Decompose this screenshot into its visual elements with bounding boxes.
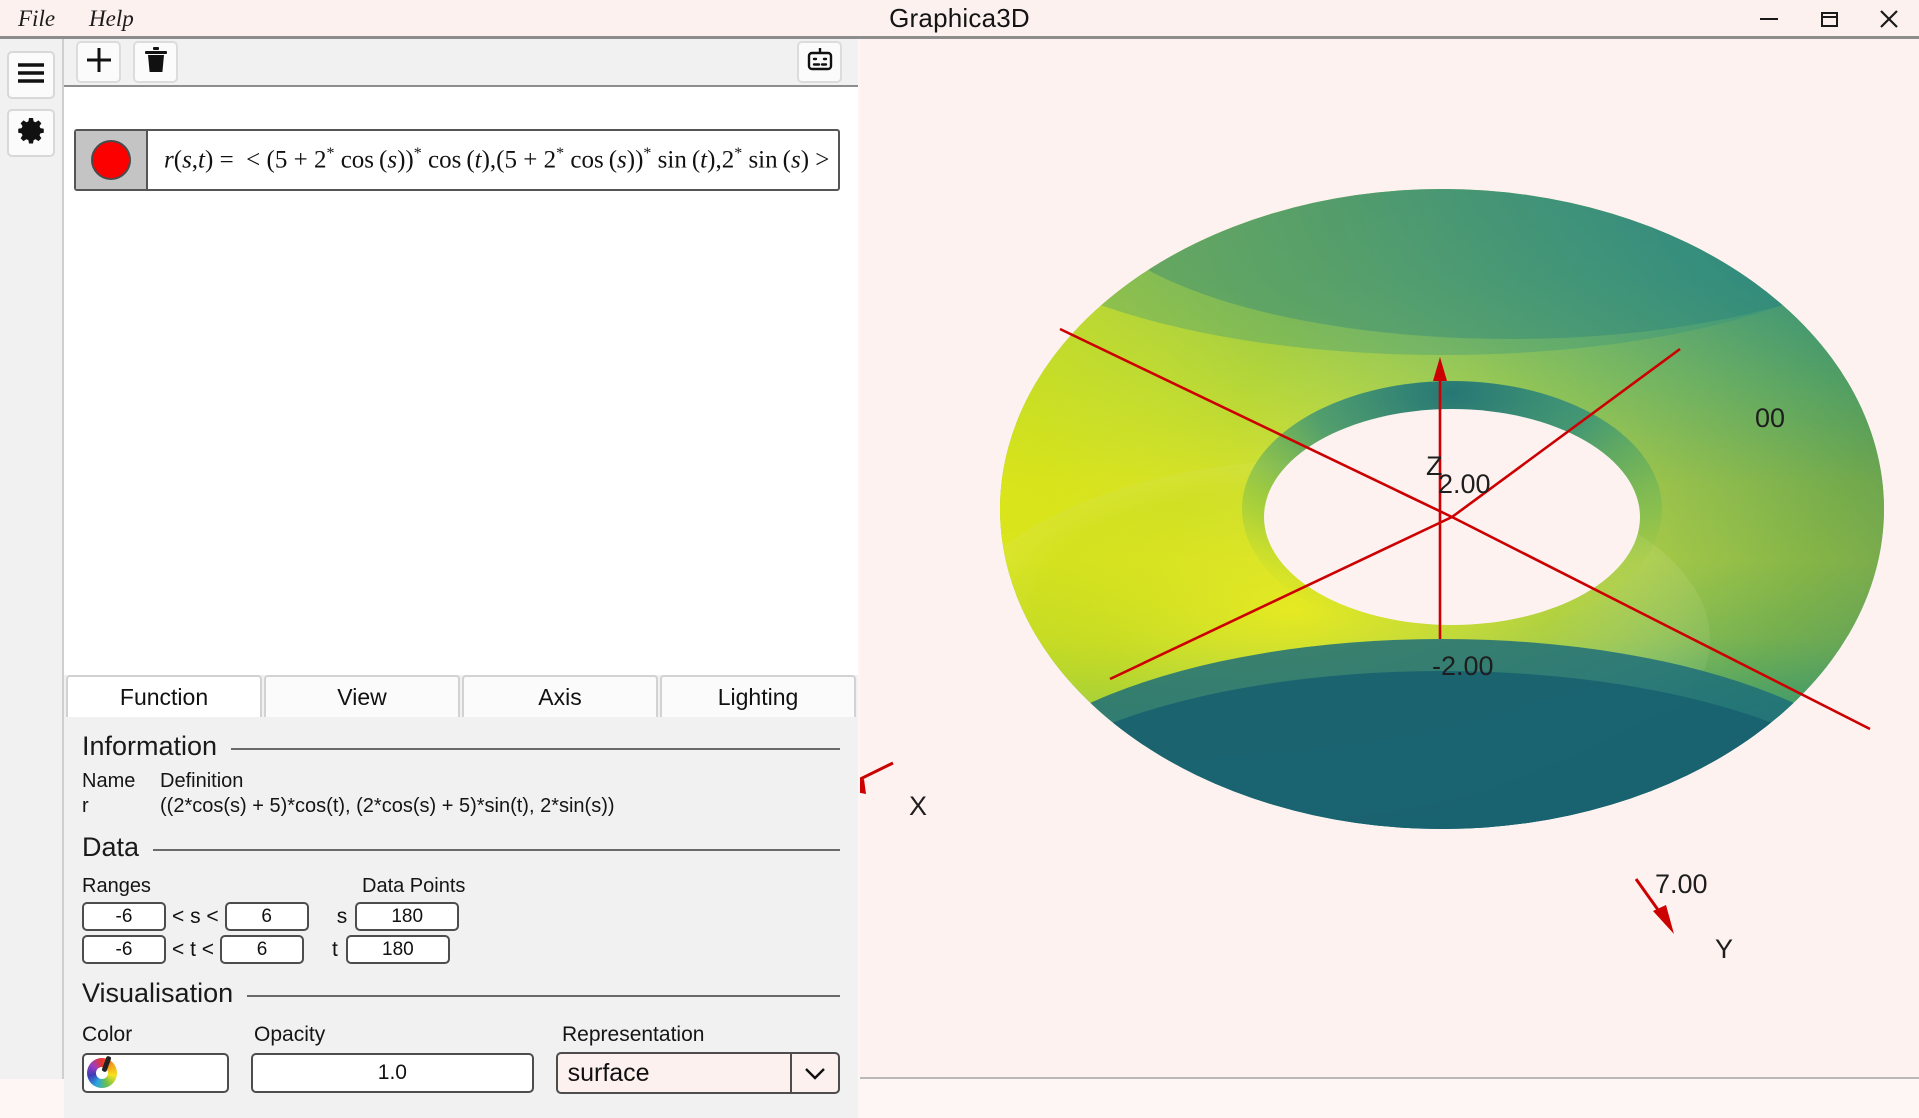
opacity-label: Opacity (254, 1023, 326, 1046)
visualisation-divider (247, 994, 840, 997)
x-axis-arrow (860, 761, 894, 794)
cell-function-name: r (82, 795, 89, 817)
menu-file[interactable]: File (18, 6, 55, 32)
visualisation-controls: 1.0 surface (82, 1052, 840, 1094)
s-points-input[interactable]: 180 (355, 902, 460, 931)
table-row: r ((2*cos(s) + 5)*cos(t), (2*cos(s) + 5)… (82, 795, 840, 818)
function-expression-input[interactable]: r(s,t) = < (5 + 2* cos (s))* cos (t),(5 … (148, 131, 838, 189)
maximize-button[interactable] (1799, 0, 1859, 37)
page-title: Graphica3D (889, 3, 1030, 33)
data-title: Data (82, 832, 140, 862)
left-panel: r(s,t) = < (5 + 2* cos (s))* cos (t),(5 … (64, 39, 858, 1118)
close-button[interactable] (1859, 0, 1919, 37)
information-header-row: Name Definition (82, 770, 840, 793)
visualisation-section-header: Visualisation (82, 978, 840, 1009)
s-min-input[interactable]: -6 (82, 902, 166, 931)
function-expression-text: r(s,t) = < (5 + 2* cos (s))* cos (t),(5 … (164, 145, 830, 174)
ranges-label: Ranges (82, 875, 151, 897)
chevron-down-icon (790, 1054, 838, 1092)
keyboard-panel-button[interactable] (797, 41, 842, 83)
function-toolbar (64, 39, 858, 85)
data-section-header: Data (82, 832, 840, 863)
visualisation-labels: Color Opacity Representation (82, 1023, 840, 1047)
header-name: Name (82, 770, 136, 792)
visualisation-title: Visualisation (82, 978, 234, 1008)
range-row-t: -6 < t < 6 t 180 (82, 935, 840, 964)
header-definition: Definition (160, 770, 244, 792)
opacity-input[interactable]: 1.0 (251, 1053, 534, 1093)
t-max-input[interactable]: 6 (220, 935, 305, 964)
color-wheel-icon (87, 1058, 117, 1088)
hamburger-icon (15, 60, 47, 91)
t-min-input[interactable]: -6 (82, 935, 166, 964)
function-list: r(s,t) = < (5 + 2* cos (s))* cos (t),(5 … (64, 85, 858, 675)
tab-lighting[interactable]: Lighting (660, 675, 856, 717)
information-table: Name Definition r ((2*cos(s) + 5)*cos(t)… (82, 770, 840, 818)
settings-button[interactable] (7, 109, 55, 157)
3d-viewport[interactable]: Z 2.00 -2.00 X 7.00 Y 00 (860, 39, 1919, 1079)
representation-select[interactable]: surface (555, 1052, 840, 1094)
title-bar: File Help Graphica3D (0, 0, 1919, 37)
color-picker[interactable] (82, 1053, 230, 1093)
function-color-swatch[interactable] (76, 131, 148, 189)
information-title: Information (82, 731, 218, 761)
color-dot-icon (91, 140, 131, 180)
tab-function[interactable]: Function (66, 675, 262, 717)
s-range-operator: < s < (172, 904, 219, 928)
function-row[interactable]: r(s,t) = < (5 + 2* cos (s))* cos (t),(5 … (74, 129, 840, 191)
y-axis-arrow (1634, 878, 1674, 934)
representation-value: surface (567, 1058, 650, 1087)
torus-surface (860, 189, 1884, 934)
s-max-input[interactable]: 6 (224, 902, 309, 931)
minimize-button[interactable] (1739, 0, 1799, 37)
information-section-header: Information (82, 731, 840, 762)
plus-icon (84, 45, 114, 80)
delete-function-button[interactable] (133, 41, 178, 83)
cell-function-definition: ((2*cos(s) + 5)*cos(t), (2*cos(s) + 5)*s… (160, 795, 615, 817)
menu-bar: File Help (0, 6, 134, 32)
t-points-input[interactable]: 180 (345, 935, 450, 964)
tab-view[interactable]: View (264, 675, 460, 717)
trash-icon (143, 46, 169, 79)
t-range-operator: < t < (172, 937, 215, 961)
hamburger-menu-button[interactable] (7, 51, 55, 99)
panel-tabs: Function View Axis Lighting (64, 675, 858, 717)
keyboard-icon (805, 46, 835, 79)
left-rail (0, 39, 64, 1079)
menu-help[interactable]: Help (89, 6, 134, 32)
s-points-var-label: s (336, 904, 348, 928)
function-settings: Information Name Definition r ((2*cos(s)… (64, 717, 858, 1118)
tab-axis[interactable]: Axis (462, 675, 658, 717)
data-points-label: Data Points (362, 875, 466, 897)
data-divider (153, 848, 840, 851)
t-points-var-label: t (332, 937, 338, 961)
add-function-button[interactable] (76, 41, 121, 83)
information-divider (231, 747, 840, 750)
color-label: Color (82, 1023, 133, 1046)
data-column-labels: Ranges Data Points (82, 875, 840, 898)
range-row-s: -6 < s < 6 s 180 (82, 902, 840, 931)
gear-icon (16, 116, 46, 151)
window-controls (1739, 0, 1919, 37)
representation-label: Representation (562, 1023, 705, 1046)
